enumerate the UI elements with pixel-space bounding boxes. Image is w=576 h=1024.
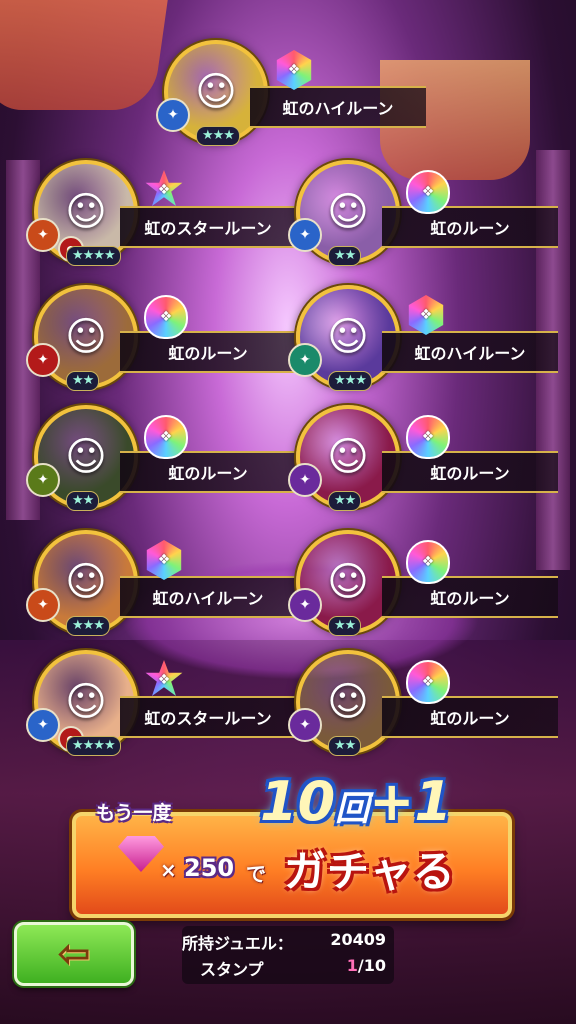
stamp-row: スタンプ 1/10 [182,956,394,982]
crimson-armor-icon: ☺ [327,559,369,605]
item-name: 虹のルーン [430,219,510,238]
item-name-plate: 虹のスタールーン [120,206,296,248]
brown-cat-icon: ☺ [65,314,107,360]
item-name: 虹のルーン [168,464,248,483]
rainbow-drop-rune-icon: ❖ [144,415,188,459]
item-name-plate: 虹のルーン [382,696,558,738]
item-name: 虹のルーン [168,344,248,363]
stamp-value: 1/10 [347,956,386,975]
flower-fox-girl-icon: ☺ [65,679,107,725]
cost-particle: で [246,862,266,886]
black-cat-icon: ☺ [65,434,107,480]
element-badge-icon: ✦ [26,588,60,622]
armored-knight-icon: ☺ [327,314,369,360]
rainbow-hex-rune-icon: ❖ [276,50,312,90]
element-badge-icon: ✦ [26,343,60,377]
rainbow-drop-rune-icon: ❖ [144,295,188,339]
draw-bonus: +1 [369,770,452,833]
rarity-stars: ★★ [328,491,362,511]
element-badge-icon: ✦ [26,708,60,742]
item-name: 虹のルーン [430,589,510,608]
item-name-plate: 虹のルーン [120,331,296,373]
rarity-stars: ★★★★ [66,736,121,756]
fox-girl-icon: ☺ [65,559,107,605]
left-arrow-icon: ⇦ [57,931,91,977]
rainbow-drop-rune-icon: ❖ [406,170,450,214]
rarity-stars: ★★ [66,491,100,511]
result-card[interactable]: ☺ ✦ ★★★ 虹のハイルーン ❖ [288,285,558,391]
result-card[interactable]: ☺ ✦ ★★ 虹のルーン ❖ [288,650,558,756]
result-card[interactable]: ☺ ✦ ★★★ 虹のハイルーン ❖ [26,530,296,636]
rainbow-hex-rune-icon: ❖ [146,540,182,580]
result-card[interactable]: ☺✦●★★★★虹のスタールーン❖ [26,160,296,266]
rainbow-drop-rune-icon: ❖ [406,540,450,584]
draw-count: 10 [260,770,336,833]
jewel-value: 20409 [330,930,386,949]
element-badge-icon: ✦ [156,98,190,132]
rarity-stars: ★★★ [66,616,110,636]
jewel-row: 所持ジュエル： 20409 [182,930,394,956]
element-badge-icon: ✦ [26,218,60,252]
result-card[interactable]: ☺ ✦ ★★ 虹のルーン ❖ [26,405,296,511]
rainbow-drop-rune-icon: ❖ [406,415,450,459]
item-name-plate: 虹のスタールーン [120,696,296,738]
element-badge-icon: ✦ [288,343,322,377]
item-name-plate: 虹のルーン [382,451,558,493]
item-name-plate: 虹のハイルーン [120,576,296,618]
item-name: 虹のルーン [430,709,510,728]
rarity-stars: ★★★ [196,126,240,146]
item-name: 虹のハイルーン [414,344,526,363]
element-badge-icon: ✦ [288,218,322,252]
result-card[interactable]: ☺ ✦ ★★★ 虹のハイルーン ❖ [156,40,426,146]
rarity-stars: ★★★ [328,371,372,391]
again-label: もう一度 [96,802,172,824]
rainbow-hex-rune-icon: ❖ [408,295,444,335]
item-name-plate: 虹のルーン [120,451,296,493]
rarity-stars: ★★★★ [66,246,121,266]
rarity-stars: ★★ [66,371,100,391]
times-sign: × [160,858,177,882]
white-cat-icon: ☺ [327,679,369,725]
dark-elf-icon: ☺ [327,189,369,235]
jewel-label: 所持ジュエル： [182,934,293,953]
rainbow-star-rune-icon: ❖ [145,170,183,206]
result-card[interactable]: ☺✦●★★★★虹のスタールーン❖ [26,650,296,756]
item-name: 虹のハイルーン [152,589,264,608]
stamp-total: /10 [357,956,386,975]
result-card[interactable]: ☺ ✦ ★★ 虹のルーン ❖ [26,285,296,391]
item-name: 虹のルーン [430,464,510,483]
rarity-stars: ★★ [328,246,362,266]
draw-count-unit: 回 [335,789,370,829]
result-card[interactable]: ☺ ✦ ★★ 虹のルーン ❖ [288,530,558,636]
item-name-plate: 虹のルーン [382,576,558,618]
crimson-armor-icon: ☺ [327,434,369,480]
rarity-stars: ★★ [328,616,362,636]
result-card[interactable]: ☺ ✦ ★★ 虹のルーン ❖ [288,160,558,266]
item-name-plate: 虹のハイルーン [250,86,426,128]
jewel-icon [118,836,164,872]
veiled-lady-icon: ☺ [65,189,107,235]
result-card[interactable]: ☺ ✦ ★★ 虹のルーン ❖ [288,405,558,511]
item-name: 虹のスタールーン [144,219,272,238]
gacha-action-label: ガチャる [284,847,456,896]
item-name-plate: 虹のハイルーン [382,331,558,373]
element-badge-icon: ✦ [288,463,322,497]
jewel-cost: 250 [184,854,235,882]
item-name: 虹のスタールーン [144,709,272,728]
background-lamp [0,0,168,110]
crowned-boy-icon: ☺ [195,69,237,115]
ten-plus-one-label: 10回+1 [260,770,452,833]
rarity-stars: ★★ [328,736,362,756]
element-badge-icon: ✦ [288,708,322,742]
stamp-label: スタンプ [200,960,264,979]
element-badge-icon: ✦ [288,588,322,622]
back-button[interactable]: ⇦ [14,922,134,986]
rainbow-star-rune-icon: ❖ [145,660,183,696]
item-name: 虹のハイルーン [282,99,394,118]
rainbow-drop-rune-icon: ❖ [406,660,450,704]
player-status-panel: 所持ジュエル： 20409 スタンプ 1/10 [182,926,394,984]
stamp-current: 1 [346,956,358,975]
element-badge-icon: ✦ [26,463,60,497]
item-name-plate: 虹のルーン [382,206,558,248]
